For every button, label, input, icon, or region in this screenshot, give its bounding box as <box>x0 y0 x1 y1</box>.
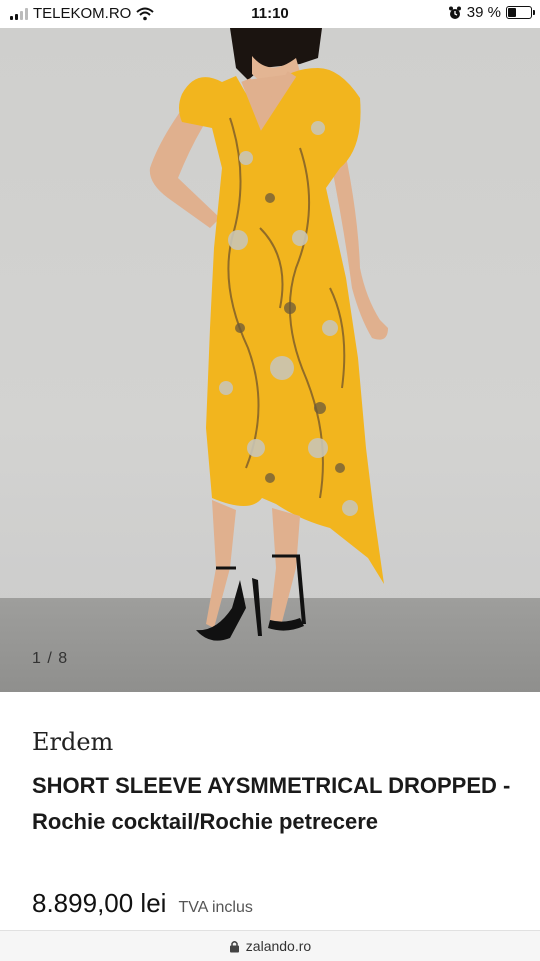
browser-url-bar[interactable]: zalando.ro <box>0 930 540 961</box>
url-text: zalando.ro <box>245 938 312 954</box>
product-image-gallery[interactable]: 1 / 8 <box>0 28 540 692</box>
vat-note: TVA inclus <box>178 899 253 916</box>
product-title: SHORT SLEEVE AYSMMETRICAL DROPPED - Roch… <box>32 773 511 834</box>
brand-name[interactable]: Erdem <box>32 728 113 756</box>
image-counter: 1 / 8 <box>32 650 69 667</box>
battery-icon <box>506 6 535 19</box>
product-photo[interactable] <box>0 28 540 692</box>
price-row: 8.899,00 lei TVA inclus <box>32 888 253 919</box>
product-price: 8.899,00 lei <box>32 888 167 918</box>
status-right: 39 % <box>448 4 535 21</box>
lock-icon <box>229 940 239 952</box>
alarm-icon <box>448 6 461 19</box>
status-bar: TELEKOM.RO 11:10 39 % <box>0 0 540 28</box>
battery-percent: 39 % <box>466 4 501 21</box>
